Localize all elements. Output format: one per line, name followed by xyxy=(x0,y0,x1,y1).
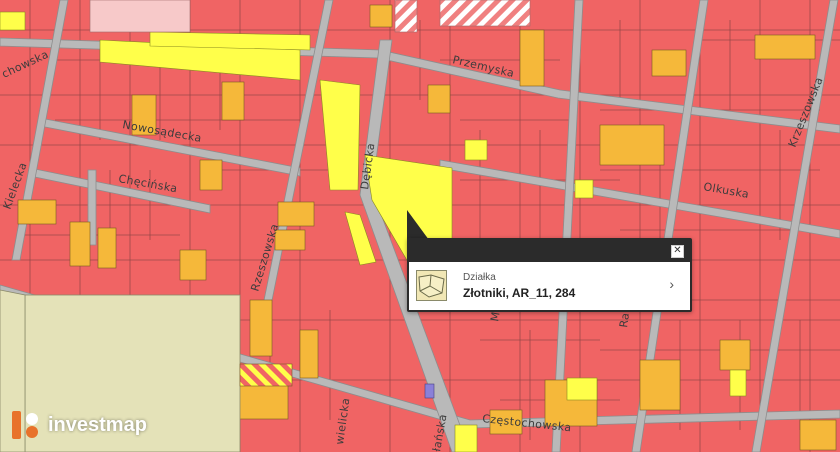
investmap-logo-icon xyxy=(10,409,42,441)
popup-pointer xyxy=(407,210,429,240)
popup-type-label: Działka xyxy=(463,272,496,283)
chevron-right-icon[interactable]: › xyxy=(669,276,674,292)
parcel-id: Złotniki, AR_11, 284 xyxy=(463,286,576,300)
street-label-ra: Ra xyxy=(617,312,632,329)
popup-body[interactable]: Działka Złotniki, AR_11, 284 › xyxy=(409,262,690,310)
parcel-popup: ✕ Działka Złotniki, AR_11, 284 › xyxy=(407,238,692,312)
close-icon[interactable]: ✕ xyxy=(671,245,684,258)
brand-name: investmap xyxy=(48,413,147,436)
parcel-thumbnail-icon xyxy=(416,270,447,301)
brand-watermark: investmap xyxy=(10,407,147,443)
